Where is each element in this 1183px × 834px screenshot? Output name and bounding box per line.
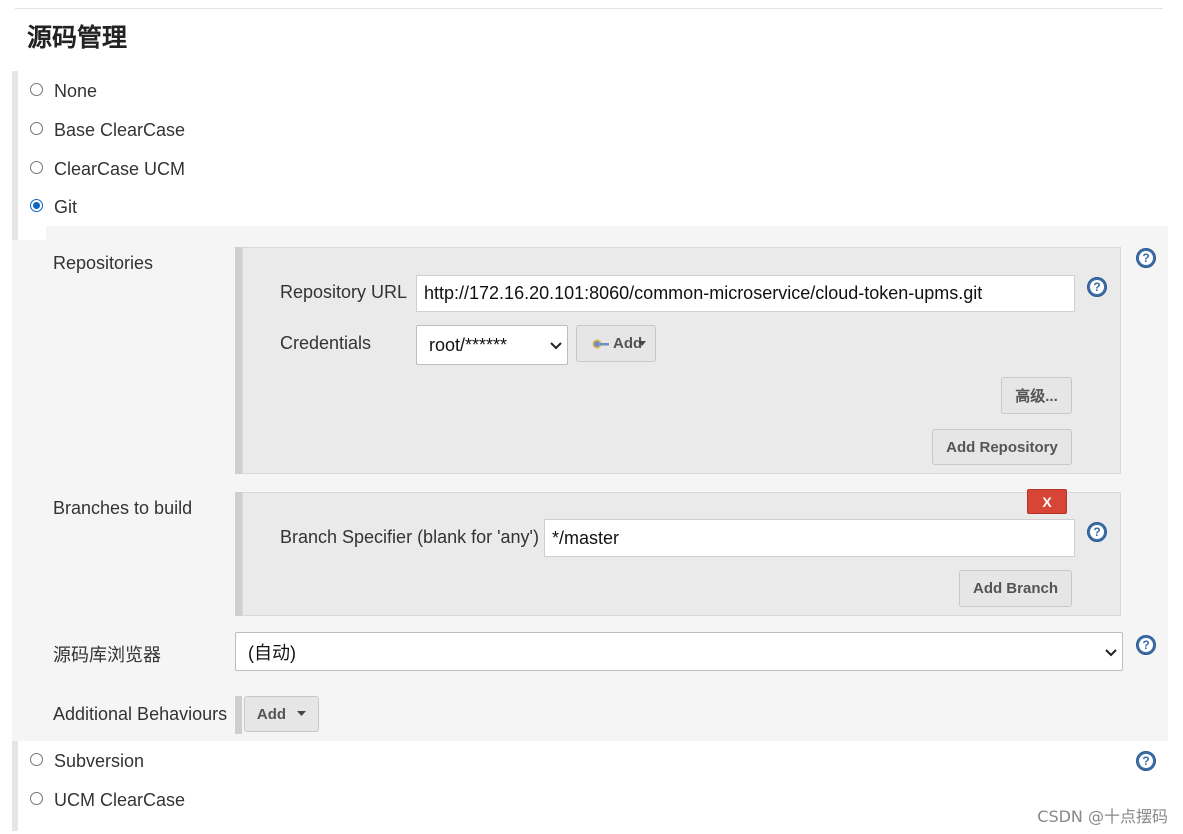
repository-browser-label: 源码库浏览器	[53, 645, 161, 665]
repositories-panel-bar	[235, 247, 242, 474]
caret-down-icon	[297, 711, 307, 716]
repository-browser-value: (自动)	[248, 642, 296, 663]
add-repository-button[interactable]: Add Repository	[932, 429, 1072, 465]
radio-button[interactable]	[30, 82, 43, 96]
advanced-button[interactable]: 高级...	[1001, 377, 1072, 414]
help-icon[interactable]: ?	[1136, 751, 1156, 771]
radio-button-checked[interactable]	[30, 198, 43, 212]
chevron-down-icon	[550, 342, 562, 350]
credentials-select[interactable]: root/******	[416, 325, 568, 365]
git-panel-notch-bar	[12, 226, 18, 240]
scm-option-ucm-clearcase[interactable]: UCM ClearCase	[30, 788, 185, 812]
branch-specifier-label: Branch Specifier (blank for 'any')	[280, 527, 539, 547]
top-divider	[15, 8, 1163, 9]
repositories-label: Repositories	[53, 253, 154, 273]
scm-option-label: Subversion	[54, 750, 145, 771]
repository-url-input[interactable]: http://172.16.20.101:8060/common-microse…	[416, 275, 1075, 312]
help-icon[interactable]: ?	[1136, 635, 1156, 655]
add-branch-button[interactable]: Add Branch	[959, 570, 1072, 607]
delete-branch-button[interactable]: X	[1027, 489, 1067, 514]
help-icon[interactable]: ?	[1087, 522, 1107, 542]
watermark: CSDN @十点摆码	[1037, 807, 1168, 826]
scm-option-clearcase-ucm[interactable]: ClearCase UCM	[30, 157, 185, 181]
radio-button[interactable]	[30, 791, 43, 805]
scm-option-label: None	[54, 80, 98, 101]
repository-url-label: Repository URL	[280, 282, 408, 302]
scm-option-base-clearcase[interactable]: Base ClearCase	[30, 118, 185, 142]
radio-button[interactable]	[30, 160, 43, 174]
section-title: 源码管理	[27, 23, 128, 52]
behaviours-bar	[235, 696, 242, 734]
add-behaviour-button[interactable]: Add	[244, 696, 319, 732]
branches-label: Branches to build	[53, 498, 193, 518]
scm-option-none[interactable]: None	[30, 79, 97, 103]
key-icon	[592, 339, 609, 348]
help-icon[interactable]: ?	[1087, 277, 1107, 297]
additional-behaviours-label: Additional Behaviours	[53, 704, 228, 724]
scm-option-label: UCM ClearCase	[54, 789, 186, 810]
scm-option-git[interactable]: Git	[30, 195, 77, 219]
add-credentials-button[interactable]: Add	[576, 325, 656, 362]
scm-option-subversion[interactable]: Subversion	[30, 749, 144, 773]
caret-down-icon	[638, 340, 647, 346]
scm-option-label: Base ClearCase	[54, 119, 186, 140]
radio-button[interactable]	[30, 752, 43, 766]
radio-button[interactable]	[30, 121, 43, 135]
chevron-down-icon	[1105, 649, 1117, 657]
scm-option-label: Git	[54, 196, 78, 217]
add-behaviour-label: Add	[256, 705, 287, 723]
branch-specifier-input[interactable]: */master	[544, 519, 1075, 557]
repository-browser-select[interactable]: (自动)	[235, 632, 1123, 671]
credentials-label: Credentials	[280, 333, 372, 353]
credentials-selected-value: root/******	[429, 334, 508, 355]
scm-option-label: ClearCase UCM	[54, 158, 186, 179]
help-icon[interactable]: ?	[1136, 248, 1156, 268]
branches-panel-bar	[235, 492, 242, 616]
